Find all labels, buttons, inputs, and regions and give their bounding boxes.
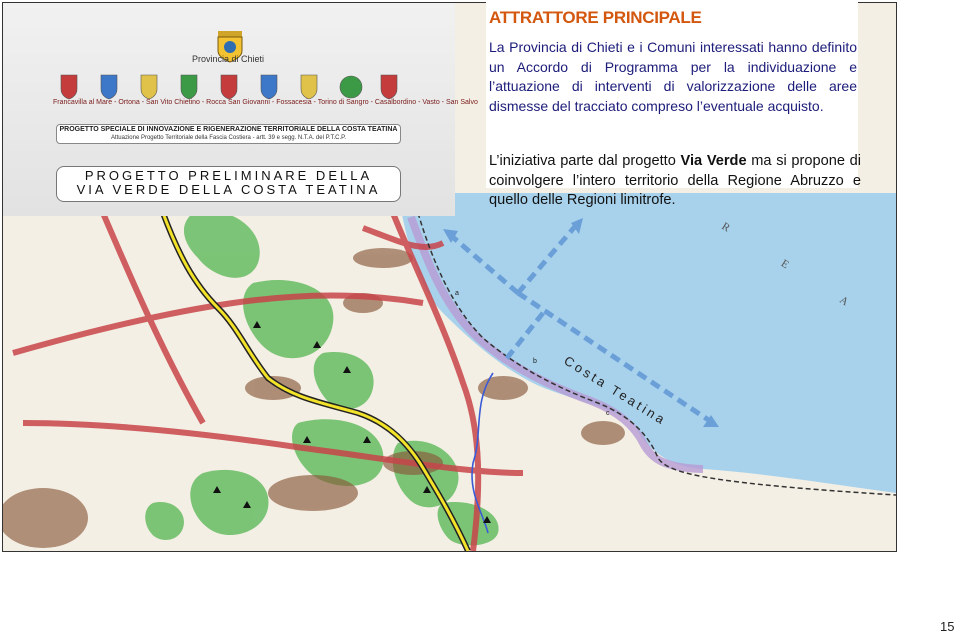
paragraph-2-bold: Via Verde: [680, 153, 747, 169]
point-a: a: [455, 290, 459, 297]
towns-list: Francavilla al Mare - Ortona - San Vito …: [53, 99, 478, 106]
text-box: ATTRATTORE PRINCIPALE La Provincia di Ch…: [486, 2, 861, 208]
province-label: Provincia di Chieti: [191, 54, 265, 64]
project-title-banner: PROGETTO PRELIMINARE DELLA VIA VERDE DEL…: [56, 166, 401, 202]
project-banner-line2: Attuazione Progetto Territoriale della F…: [110, 135, 347, 141]
project-title-line2: VIA VERDE DELLA COSTA TEATINA: [76, 182, 381, 197]
point-b: b: [533, 358, 537, 365]
header-panel: Provincia di Chieti Francavilla al Mare …: [3, 3, 478, 216]
project-banner: PROGETTO SPECIALE DI INNOVAZIONE E RIGEN…: [56, 124, 401, 144]
paragraph-2-prefix: L’iniziativa parte dal progetto: [489, 153, 681, 169]
page-number: 15: [940, 619, 955, 634]
project-banner-line1: PROGETTO SPECIALE DI INNOVAZIONE E RIGEN…: [59, 126, 398, 133]
point-c: c: [606, 410, 610, 417]
paragraph-2: L’iniziativa parte dal progetto Via Verd…: [489, 152, 861, 211]
paragraph-1: La Provincia di Chieti e i Comuni intere…: [489, 39, 857, 114]
project-title-line1: PROGETTO PRELIMINARE DELLA: [84, 168, 373, 183]
heading: ATTRATTORE PRINCIPALE: [489, 8, 702, 27]
